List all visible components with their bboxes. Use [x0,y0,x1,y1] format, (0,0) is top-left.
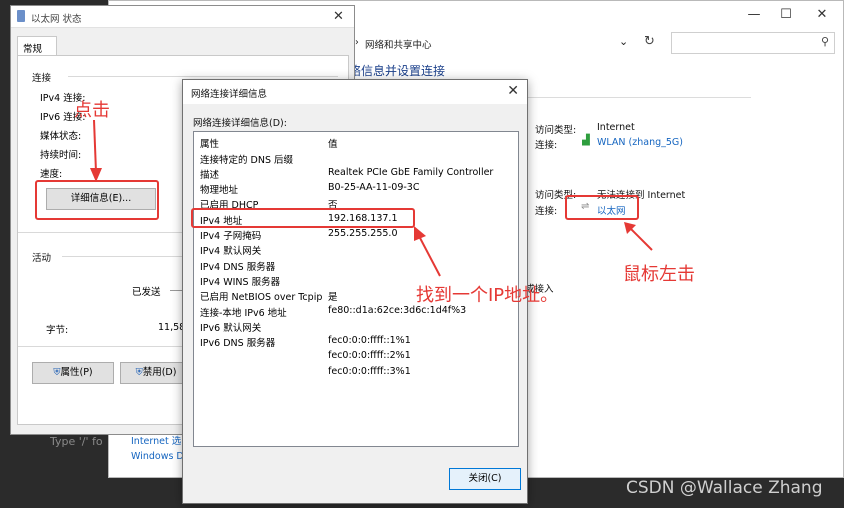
details-list-label: 网络连接详细信息(D): [193,118,287,129]
highlight-details-button [35,180,159,220]
type-hint-text: Type '/' fo [50,435,103,448]
close-icon[interactable]: ✕ [333,9,344,24]
row-value: fec0:0:0:ffff::2%1 [328,350,411,362]
table-row[interactable]: fec0:0:0:ffff::2%1 [200,349,514,364]
connection-label-1: 连接: [535,140,558,151]
row-value: 255.255.255.0 [328,228,398,239]
connection-label-2: 连接: [535,206,558,217]
windows-defender-link[interactable]: Windows D [131,451,184,462]
annotation-left-click: 鼠标左击 [623,264,695,285]
tab-general[interactable]: 常规 [17,36,57,56]
row-property: IPv4 子网掩码 [200,231,262,242]
internet-options-link[interactable]: Internet 选 [131,433,181,447]
address-bar[interactable]: › 网络和共享中心 ⌄ [349,31,639,55]
properties-button-label: 属性(P) [60,367,93,378]
row-value: 是 [328,292,338,304]
chevron-down-icon[interactable]: ⌄ [619,35,628,48]
properties-button[interactable]: ⛨属性(P) [32,362,114,384]
row-property: 连接-本地 IPv6 地址 [200,307,287,319]
table-row[interactable]: IPv4 子网掩码 255.255.255.0 [200,227,514,242]
close-dialog-button[interactable]: 关闭(C) [449,468,521,490]
network-adapter-icon [17,10,25,22]
table-row[interactable]: IPv6 DNS 服务器 fec0:0:0:ffff::1%1 [200,334,514,349]
row-property: 描述 [200,169,220,181]
table-row[interactable]: 连接特定的 DNS 后缀 [200,151,514,166]
column-property: 属性 [200,139,220,150]
disable-button-label: 禁用(D) [142,367,177,378]
field-media-state: 媒体状态: [40,131,82,142]
search-icon: ⚲ [820,35,829,48]
row-property: 物理地址 [200,185,239,197]
chevron-right-icon: › [355,37,359,48]
sent-label: 已发送 [132,287,161,298]
shield-icon: ⛨ [135,367,143,378]
window-title: 以太网 状态 [31,14,82,25]
maximize-button[interactable]: ☐ [771,7,801,22]
field-duration: 持续时间: [40,150,82,161]
field-speed: 速度: [40,169,63,180]
breadcrumb[interactable]: 网络和共享中心 [365,37,432,51]
table-row[interactable]: IPv4 DNS 服务器 [200,258,514,273]
row-value: Realtek PCIe GbE Family Controller [328,166,494,178]
row-property: 已启用 NetBIOS over Tcpip [200,292,323,304]
row-property: IPv4 DNS 服务器 [200,261,276,273]
annotation-find-ip: 找到一个IP地址。 [416,285,559,306]
wifi-signal-icon: ▟ [582,135,590,146]
row-property: IPv6 DNS 服务器 [200,338,276,350]
table-row[interactable]: IPv4 默认网关 [200,242,514,257]
dialog-title: 网络连接详细信息 [191,89,268,100]
list-header: 属性 值 [200,135,514,150]
row-property: IPv4 默认网关 [200,246,262,258]
wlan-connection-link[interactable]: WLAN (zhang_5G) [597,137,683,148]
bytes-label: 字节: [46,325,69,336]
section-connection: 连接 [32,73,52,84]
row-value: fec0:0:0:ffff::1%1 [328,335,411,347]
row-property: IPv4 WINS 服务器 [200,276,281,288]
highlight-ethernet-link [565,195,639,220]
table-row[interactable]: 描述 Realtek PCIe GbE Family Controller [200,166,514,181]
access-type-value-1: Internet [597,122,635,133]
arrow-up-left-icon [624,222,653,251]
close-button[interactable]: ✕ [807,7,837,22]
arrow-down-icon [90,119,102,182]
row-value: B0-25-AA-11-09-3C [328,182,420,194]
table-row[interactable]: fec0:0:0:ffff::3%1 [200,365,514,380]
search-input[interactable]: ⚲ [671,32,835,54]
divider [68,76,338,77]
page-heading: 络信息并设置连接 [349,64,446,78]
close-icon[interactable]: ✕ [507,83,519,99]
minimize-button[interactable]: — [739,7,769,22]
row-value: fec0:0:0:ffff::3%1 [328,365,411,377]
access-type-label-1: 访问类型: [535,125,577,136]
arrow-up-left-icon [414,226,441,277]
row-property: 连接特定的 DNS 后缀 [200,154,293,166]
table-row[interactable]: 物理地址 B0-25-AA-11-09-3C [200,181,514,196]
refresh-icon[interactable]: ↻ [644,34,655,49]
section-activity: 活动 [32,253,52,264]
highlight-ipv4-address [191,208,415,228]
table-row[interactable]: IPv6 默认网关 [200,319,514,334]
row-property: IPv6 默认网关 [200,322,262,334]
column-value: 值 [328,139,338,150]
watermark: CSDN @Wallace Zhang [626,478,823,498]
